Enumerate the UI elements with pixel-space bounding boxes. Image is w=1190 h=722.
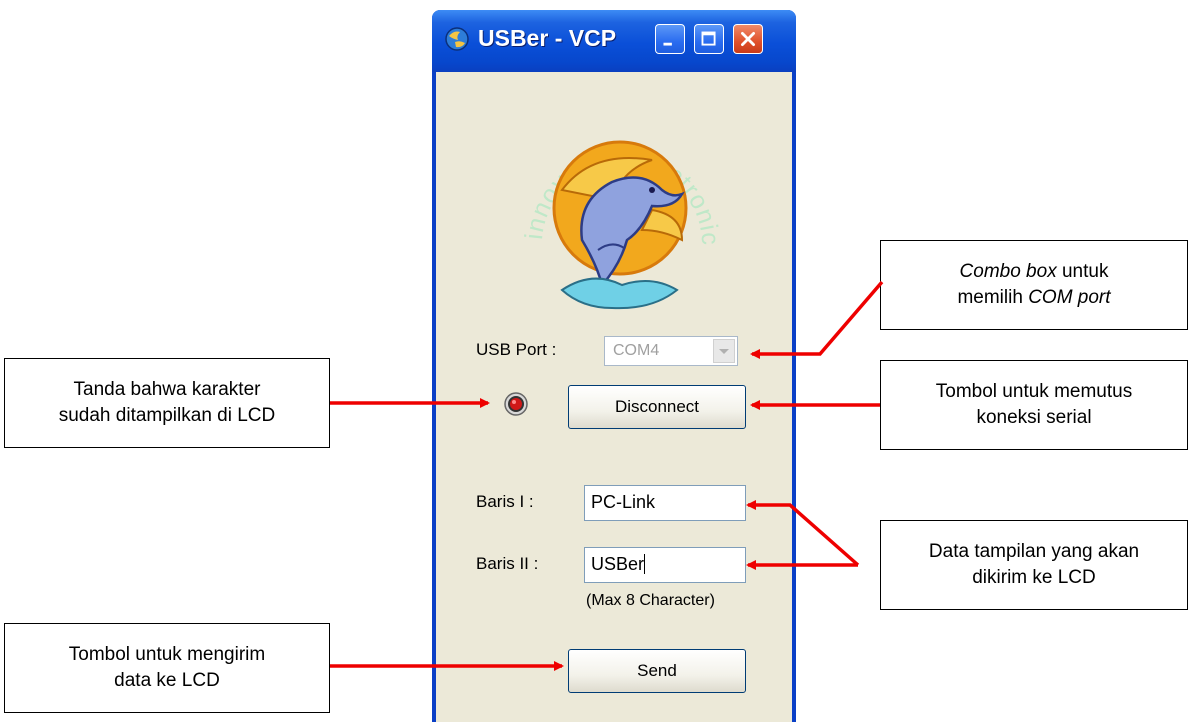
annotation-arrows [330, 280, 884, 671]
arrow-to-line1 [746, 500, 860, 567]
arrow-to-combo-box [750, 280, 884, 359]
